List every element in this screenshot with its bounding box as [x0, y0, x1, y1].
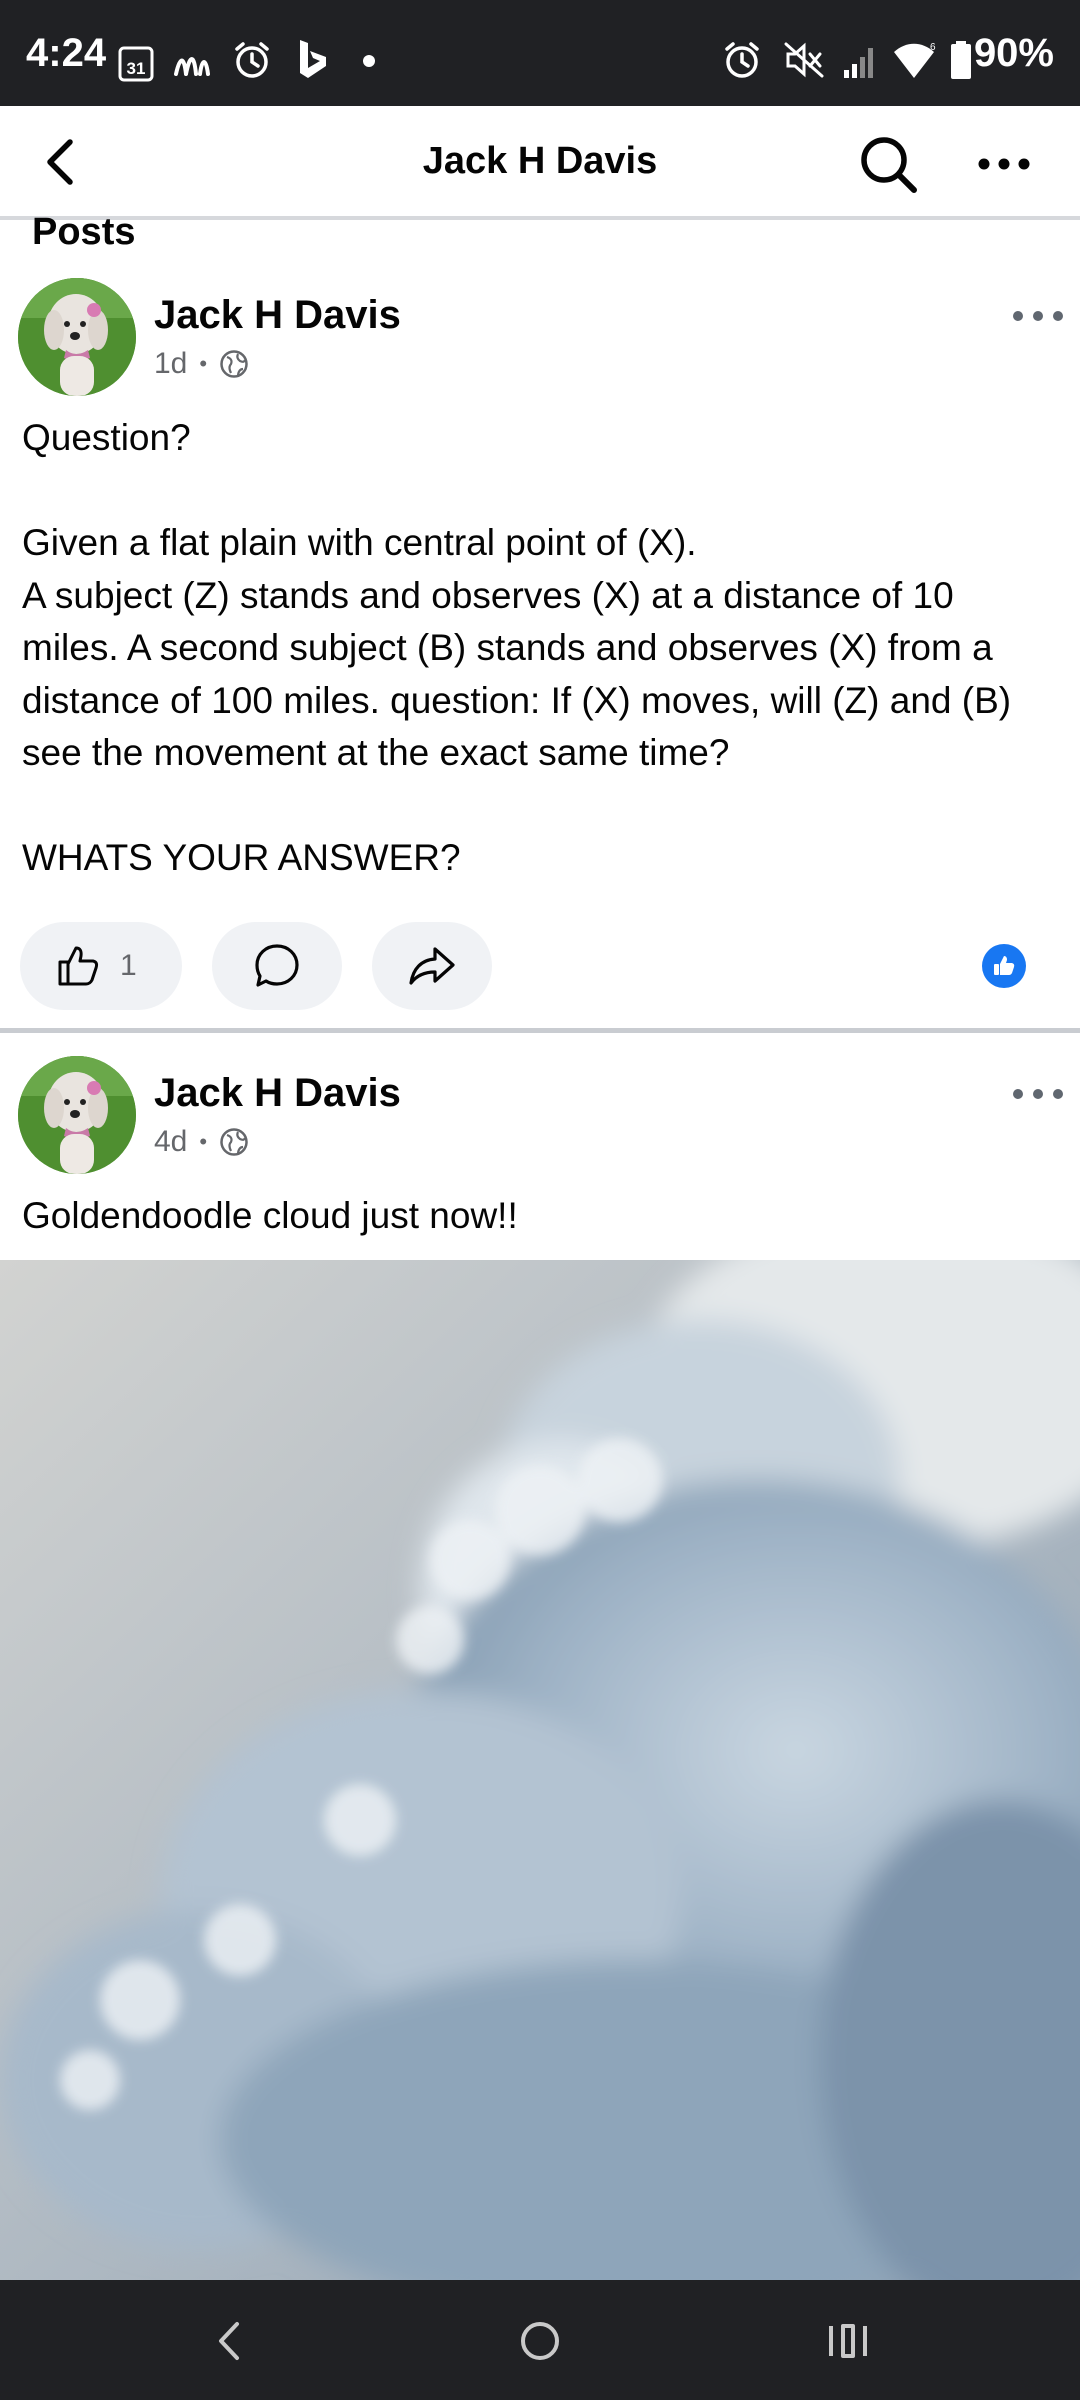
nav-back-icon[interactable]	[205, 2316, 255, 2366]
mute-icon	[784, 42, 824, 78]
post-card: Jack H Davis 4d • Goldendoodle cloud jus…	[0, 1040, 1080, 2280]
share-button[interactable]	[372, 922, 492, 1010]
bing-icon	[300, 40, 326, 78]
post-card: Jack H Davis 1d • Question? Given a flat…	[0, 262, 1080, 1032]
battery-percent: 90%	[973, 31, 1054, 75]
post-text: Question? Given a flat plain with centra…	[22, 417, 1012, 878]
status-bar: 4:24 31 6 90%	[0, 0, 1080, 106]
calendar-day: 31	[127, 59, 146, 78]
thumbs-up-icon	[994, 956, 1015, 975]
notification-dot-icon	[363, 55, 375, 67]
post-time[interactable]: 1d	[154, 344, 187, 384]
avatar[interactable]	[18, 278, 136, 396]
globe-icon	[220, 350, 248, 378]
signal-icon	[844, 48, 873, 78]
thumbs-up-icon	[58, 946, 99, 986]
globe-icon	[220, 1128, 248, 1156]
avatar[interactable]	[18, 1056, 136, 1174]
author-name[interactable]: Jack H Davis	[154, 290, 401, 340]
wifi-icon: 6	[894, 42, 936, 78]
app-header: Jack H Davis	[0, 106, 1080, 220]
svg-text:6: 6	[930, 42, 936, 53]
cloud-photo[interactable]	[0, 1260, 1080, 2280]
like-button[interactable]: 1	[20, 922, 182, 1010]
alarm-icon	[725, 42, 759, 78]
section-heading: Posts	[32, 211, 136, 253]
more-options-icon[interactable]	[974, 144, 1034, 184]
calendar-icon: 31	[118, 46, 154, 82]
post-meta: 1d •	[154, 344, 249, 384]
comment-icon	[255, 944, 299, 987]
status-time: 4:24	[26, 31, 107, 75]
like-reaction-icon[interactable]	[982, 944, 1026, 988]
author-name[interactable]: Jack H Davis	[154, 1068, 401, 1118]
post-options-icon[interactable]	[1012, 1082, 1064, 1106]
battery-icon	[951, 41, 971, 79]
separator-dot: •	[199, 351, 208, 376]
post-actions: 1	[0, 922, 1080, 1012]
comment-button[interactable]	[212, 922, 342, 1010]
post-text: Goldendoodle cloud just now!!	[22, 1195, 518, 1236]
nav-home-icon[interactable]	[515, 2316, 565, 2366]
post-divider	[0, 1028, 1080, 1033]
share-icon	[409, 947, 455, 985]
post-meta: 4d •	[154, 1122, 249, 1162]
system-nav-bar	[0, 2280, 1080, 2400]
nav-recents-icon[interactable]	[823, 2316, 873, 2366]
alarm-icon	[235, 42, 269, 78]
separator-dot: •	[199, 1129, 208, 1154]
post-options-icon[interactable]	[1012, 304, 1064, 328]
search-icon[interactable]	[856, 132, 920, 196]
post-time[interactable]: 4d	[154, 1122, 187, 1162]
like-count: 1	[120, 949, 137, 982]
medium-icon	[174, 57, 210, 76]
